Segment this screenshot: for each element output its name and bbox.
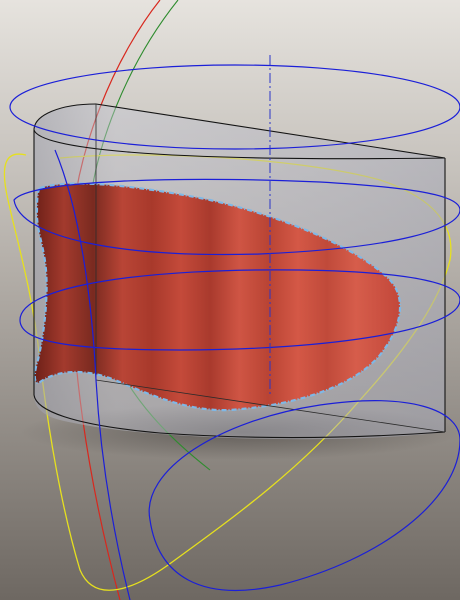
cad-viewport[interactable]	[0, 0, 460, 600]
cad-scene	[0, 0, 460, 600]
